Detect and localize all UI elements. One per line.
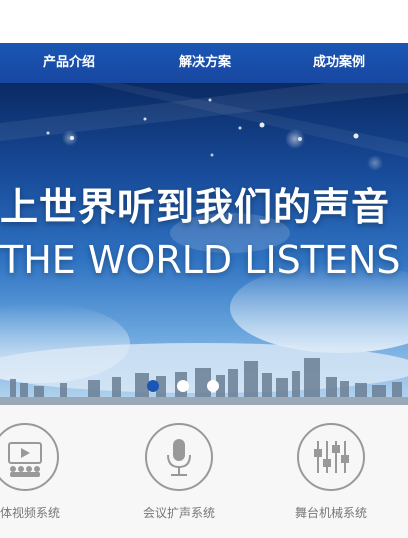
hero-banner: 上世界听到我们的声音 THE WORLD LISTENS xyxy=(0,83,408,405)
banner-headline-chinese: 上世界听到我们的声音 xyxy=(0,185,391,229)
service-circle xyxy=(0,423,59,491)
service-label-conference[interactable]: 会议扩声系统 xyxy=(143,504,215,521)
slide-dot-3[interactable] xyxy=(207,380,219,392)
nav-item-cases[interactable]: 成功案例 xyxy=(313,43,365,83)
mixer-sliders-icon xyxy=(314,441,349,473)
service-circle xyxy=(297,423,365,491)
top-bar xyxy=(0,0,408,43)
service-conference-audio[interactable] xyxy=(119,423,239,491)
banner-headline-english: THE WORLD LISTENS xyxy=(0,238,401,282)
slide-dot-2[interactable] xyxy=(177,380,189,392)
video-system-icon xyxy=(8,442,42,477)
service-circle xyxy=(145,423,213,491)
main-nav: 产品介绍 解决方案 成功案例 xyxy=(0,43,408,83)
slide-dot-1[interactable] xyxy=(147,380,159,392)
nav-item-solutions[interactable]: 解决方案 xyxy=(179,43,231,83)
nav-item-products[interactable]: 产品介绍 xyxy=(43,43,95,83)
microphone-icon xyxy=(167,439,191,476)
service-stage-machinery[interactable] xyxy=(271,423,391,491)
service-label-video[interactable]: 媒体视频系统 xyxy=(0,504,60,521)
service-label-stage[interactable]: 舞台机械系统 xyxy=(295,504,367,521)
service-video-system[interactable] xyxy=(0,423,85,491)
